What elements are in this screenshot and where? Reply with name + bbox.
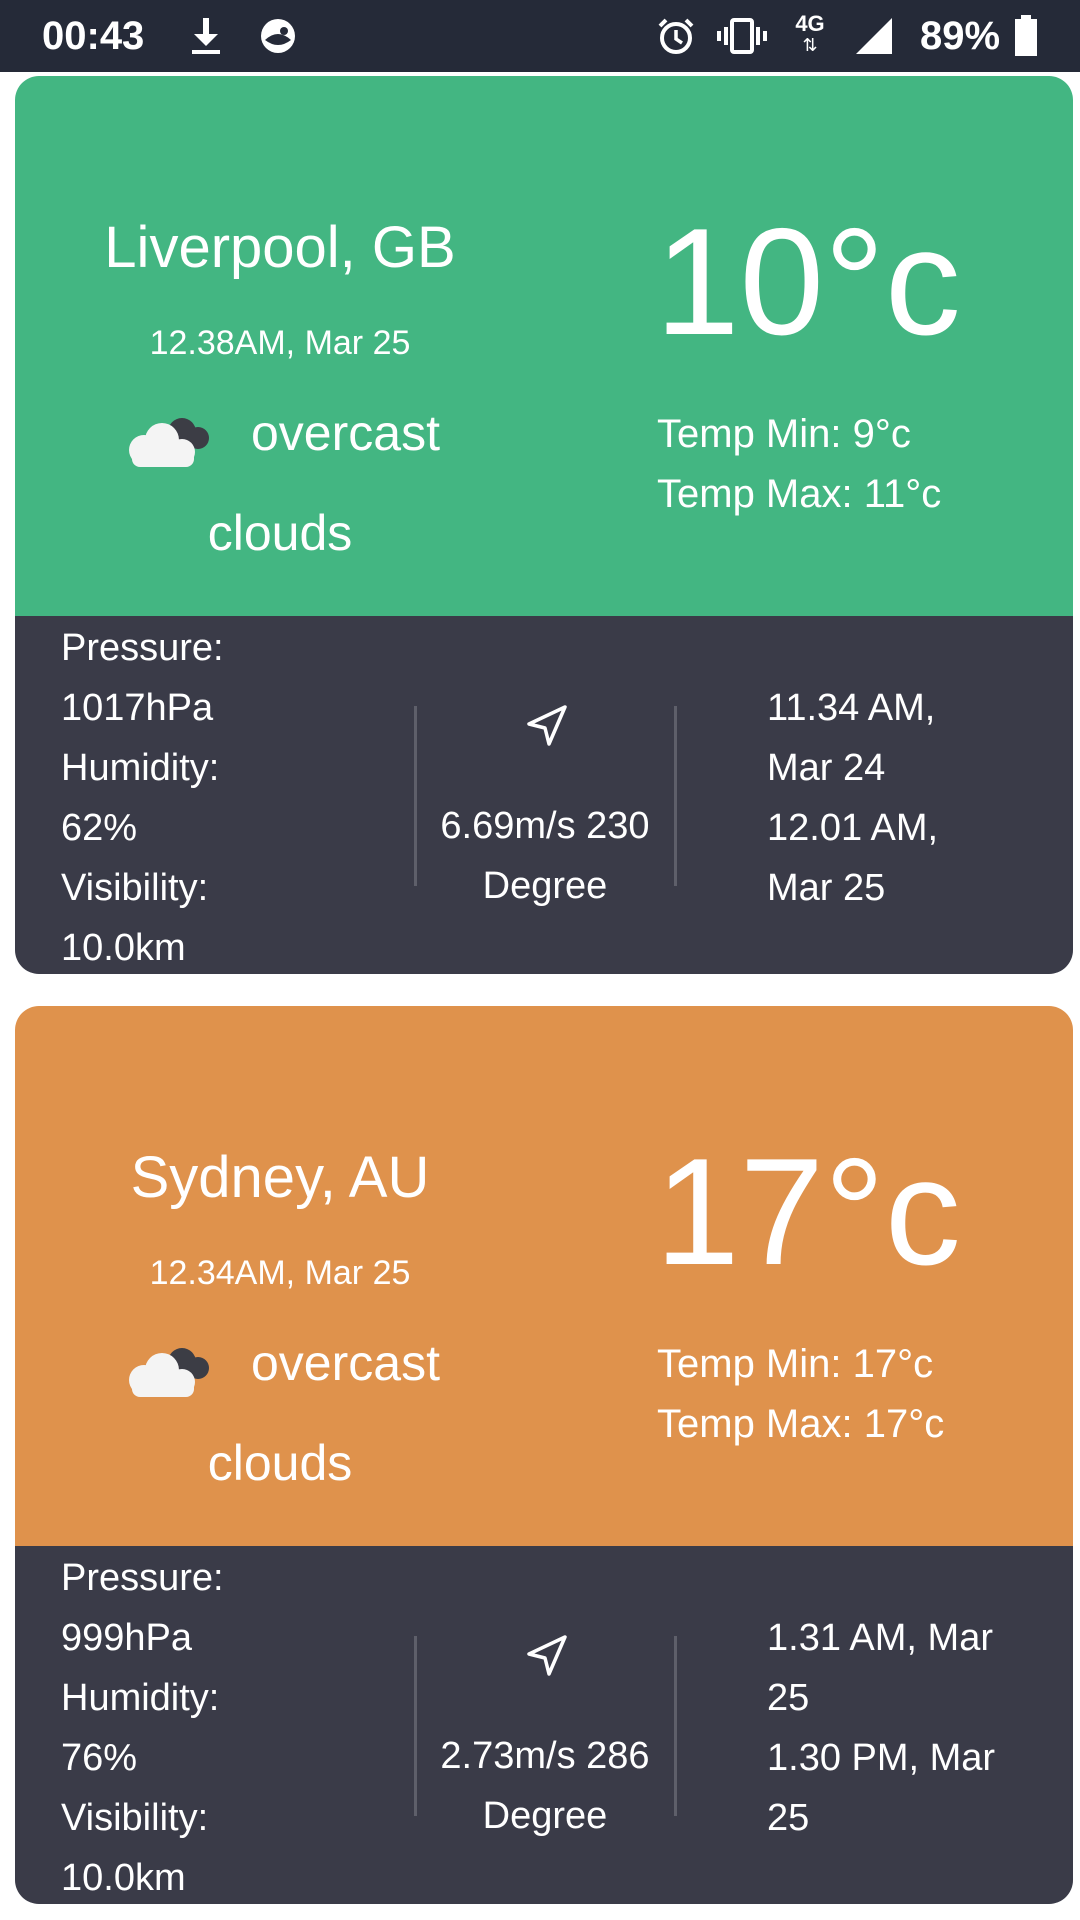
humidity-value: 76% (61, 1737, 138, 1779)
weather-card[interactable]: Liverpool, GB 12.38AM, Mar 25 overcast c… (15, 76, 1073, 974)
humidity-label: Humidity: (61, 1677, 220, 1719)
weather-card[interactable]: Sydney, AU 12.34AM, Mar 25 overcast clou… (15, 1006, 1073, 1904)
wind-info: 2.73m/s 286 Degree (420, 1726, 670, 1846)
divider (414, 706, 417, 886)
visibility-label: Visibility: (61, 867, 209, 909)
status-time: 00:43 (42, 14, 145, 58)
cloud-icon (129, 1348, 209, 1397)
stats-column: Pressure: 999hPa Humidity: 76% Visibilit… (61, 1548, 224, 1904)
temp-min: Temp Min: 9°c (657, 412, 911, 456)
weather-description: overcast (251, 405, 440, 461)
wind-unit: Degree (482, 865, 608, 907)
sunset-time: 1.30 PM, Mar (767, 1737, 996, 1779)
visibility-value: 10.0km (61, 927, 186, 969)
signal-icon (856, 18, 892, 54)
pressure-label: Pressure: (61, 1557, 224, 1599)
pressure-label: Pressure: (61, 627, 224, 669)
network-type: 4G ⇅ (790, 12, 830, 55)
battery-icon (1015, 15, 1037, 56)
weather-summary: Liverpool, GB 12.38AM, Mar 25 overcast c… (15, 76, 1073, 616)
wind-direction-icon (527, 705, 567, 746)
weather-description-cont: clouds (207, 1435, 353, 1491)
download-icon (192, 18, 220, 54)
weather-description: overcast (251, 1335, 440, 1391)
status-bar: 00:43 4G ⇅ 89% (0, 0, 1080, 72)
sunrise-time: 11.34 AM, (767, 687, 936, 729)
cloud-icon (129, 418, 209, 467)
visibility-label: Visibility: (61, 1797, 209, 1839)
weather-details: Pressure: 1017hPa Humidity: 62% Visibili… (15, 616, 1073, 974)
wind-direction-icon (527, 1635, 567, 1676)
wind-unit: Degree (482, 1795, 608, 1837)
battery-percentage: 89% (920, 14, 1001, 58)
sunrise-time: 1.31 AM, Mar (767, 1617, 993, 1659)
city-name: Liverpool, GB (104, 215, 456, 280)
stats-column: Pressure: 1017hPa Humidity: 62% Visibili… (61, 618, 224, 974)
weather-summary: Sydney, AU 12.34AM, Mar 25 overcast clou… (15, 1006, 1073, 1546)
weather-description-cont: clouds (207, 505, 353, 561)
weather-details: Pressure: 999hPa Humidity: 76% Visibilit… (15, 1546, 1073, 1904)
current-temperature: 17°c (655, 1127, 961, 1297)
sun-times: 1.31 AM, Mar 25 1.30 PM, Mar 25 (767, 1608, 995, 1848)
city-name: Sydney, AU (130, 1145, 430, 1210)
sunset-date: Mar 25 (767, 867, 886, 909)
pressure-value: 999hPa (61, 1617, 193, 1659)
temp-min: Temp Min: 17°c (657, 1342, 934, 1386)
vibrate-icon (717, 18, 767, 54)
temp-max: Temp Max: 11°c (657, 472, 942, 516)
divider (414, 1636, 417, 1816)
wind-info: 6.69m/s 230 Degree (420, 796, 670, 916)
sun-times: 11.34 AM, Mar 24 12.01 AM, Mar 25 (767, 678, 938, 918)
visibility-value: 10.0km (61, 1857, 186, 1899)
sunrise-date: 25 (767, 1677, 810, 1719)
divider (674, 706, 677, 886)
local-time: 12.34AM, Mar 25 (149, 1254, 411, 1292)
divider (674, 1636, 677, 1816)
pressure-value: 1017hPa (61, 687, 214, 729)
data-arrows-icon: ⇅ (802, 35, 818, 55)
app-notification-icon (261, 19, 295, 53)
humidity-value: 62% (61, 807, 138, 849)
wind-speed: 6.69m/s 230 (440, 805, 650, 847)
wind-speed: 2.73m/s 286 (440, 1735, 650, 1777)
current-temperature: 10°c (655, 197, 961, 367)
local-time: 12.38AM, Mar 25 (149, 324, 411, 362)
temp-max: Temp Max: 17°c (657, 1402, 945, 1446)
sunset-time: 12.01 AM, (767, 807, 939, 849)
alarm-icon (658, 18, 694, 54)
humidity-label: Humidity: (61, 747, 220, 789)
sunset-date: 25 (767, 1797, 810, 1839)
sunrise-date: Mar 24 (767, 747, 886, 789)
